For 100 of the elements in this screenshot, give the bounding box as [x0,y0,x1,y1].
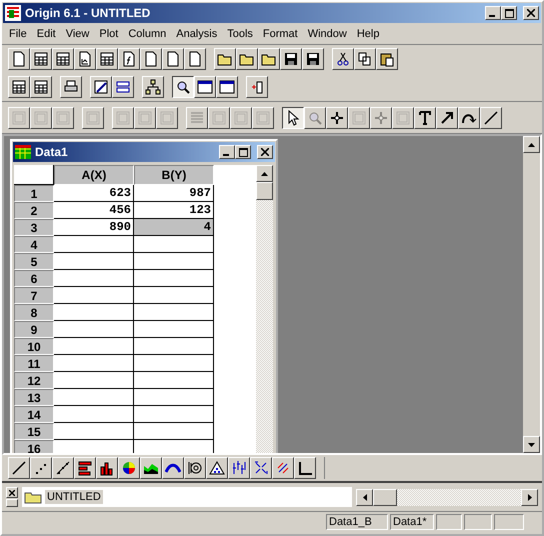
scroll-thumb[interactable] [373,488,397,506]
table-cell[interactable] [54,253,134,270]
line-symbol-plot-icon [55,460,71,476]
row-header[interactable]: 10 [14,338,54,355]
rows-icon [115,79,131,95]
row-header[interactable]: 11 [14,355,54,372]
vertical-scrollbar[interactable] [523,136,540,453]
row-header[interactable]: 5 [14,253,54,270]
layout-page-icon [143,51,159,67]
new-page-icon [11,51,27,67]
table-cell[interactable] [54,321,134,338]
menu-item[interactable]: Window [302,28,352,40]
scroll-right-button[interactable] [521,488,538,506]
menu-item[interactable]: Edit [32,28,61,40]
table-cell[interactable] [134,355,214,372]
table-cell[interactable]: 123 [134,202,214,219]
row-header[interactable]: 3 [14,219,54,236]
status-pane [494,514,524,530]
minimize-button[interactable] [485,6,501,20]
dock-button[interactable] [6,499,18,507]
menu-item[interactable]: Analysis [171,28,222,40]
maximize-button[interactable] [501,6,517,20]
table-cell[interactable] [54,304,134,321]
horizontal-scrollbar[interactable] [356,488,538,506]
folder-label[interactable]: UNTITLED [45,490,103,504]
row-header[interactable]: 14 [14,406,54,423]
vector-plot-icon [253,460,269,476]
row-header[interactable]: 2 [14,202,54,219]
copy-icon [357,51,373,67]
up-arrow-icon [261,172,268,176]
frame-icon [55,110,71,126]
row-header[interactable]: 12 [14,372,54,389]
column-header[interactable]: A(X) [54,165,134,185]
table-cell[interactable]: 4 [134,219,214,236]
column-header[interactable]: B(Y) [134,165,214,185]
table-cell[interactable] [134,253,214,270]
status-pane [436,514,462,530]
row-header[interactable]: 16 [14,440,54,453]
table-cell[interactable] [134,389,214,406]
toolbar-button[interactable] [282,106,304,128]
close-button[interactable] [6,487,18,498]
scroll-down-button[interactable] [523,436,540,453]
row-header[interactable]: 13 [14,389,54,406]
row-header[interactable]: 7 [14,287,54,304]
menu-item[interactable]: Format [258,28,303,40]
worksheet-title: Data1 [35,145,69,159]
table-cell[interactable]: 890 [54,219,134,236]
menu-item[interactable]: Column [123,28,172,40]
row-header[interactable]: 4 [14,236,54,253]
table-cell[interactable] [134,372,214,389]
polar-plot-icon [187,460,203,476]
table-cell[interactable] [134,406,214,423]
scroll-up-button[interactable] [523,136,540,153]
function-page-icon [121,51,137,67]
close-button[interactable] [257,145,273,159]
table-cell[interactable] [134,270,214,287]
left-arrow-icon [362,494,366,500]
close-icon [527,9,535,17]
table-cell[interactable] [134,423,214,440]
table-cell[interactable] [54,270,134,287]
status-pane: Data1_B [326,514,388,530]
table-cell[interactable] [134,236,214,253]
line-tool-icon [483,110,499,126]
row-header[interactable]: 1 [14,185,54,202]
table-cell[interactable]: 456 [54,202,134,219]
scroll-left-button[interactable] [356,488,373,506]
menu-item[interactable]: Tools [222,28,258,40]
table-cell[interactable] [134,338,214,355]
row-header[interactable]: 9 [14,321,54,338]
row-header[interactable]: 8 [14,304,54,321]
row-header[interactable]: 15 [14,423,54,440]
scroll-up-button[interactable] [256,165,273,182]
table-cell[interactable] [134,304,214,321]
text-tool-icon [417,110,433,126]
menu-item[interactable]: View [60,28,94,40]
table-cell[interactable] [54,372,134,389]
maximize-icon [504,8,514,18]
matrix-icon [99,51,115,67]
toolbar-button[interactable] [172,76,194,98]
cut-icon [335,51,351,67]
table-cell[interactable] [134,287,214,304]
table-cell[interactable]: 623 [54,185,134,202]
menu-item[interactable]: Plot [94,28,124,40]
row-header[interactable]: 6 [14,270,54,287]
scroll-thumb[interactable] [256,182,273,200]
menu-item[interactable]: Help [352,28,384,40]
table-cell[interactable]: 987 [134,185,214,202]
table-cell[interactable] [54,389,134,406]
table-cell[interactable] [54,236,134,253]
table-cell[interactable] [54,287,134,304]
vertical-scrollbar[interactable] [256,165,273,453]
minimize-button[interactable] [219,145,235,159]
close-button[interactable] [523,6,539,20]
table-cell[interactable] [54,338,134,355]
table-cell[interactable] [54,355,134,372]
table-cell[interactable] [54,423,134,440]
table-cell[interactable] [134,321,214,338]
table-cell[interactable] [54,406,134,423]
menu-item[interactable]: File [4,28,32,40]
maximize-button[interactable] [235,145,251,159]
